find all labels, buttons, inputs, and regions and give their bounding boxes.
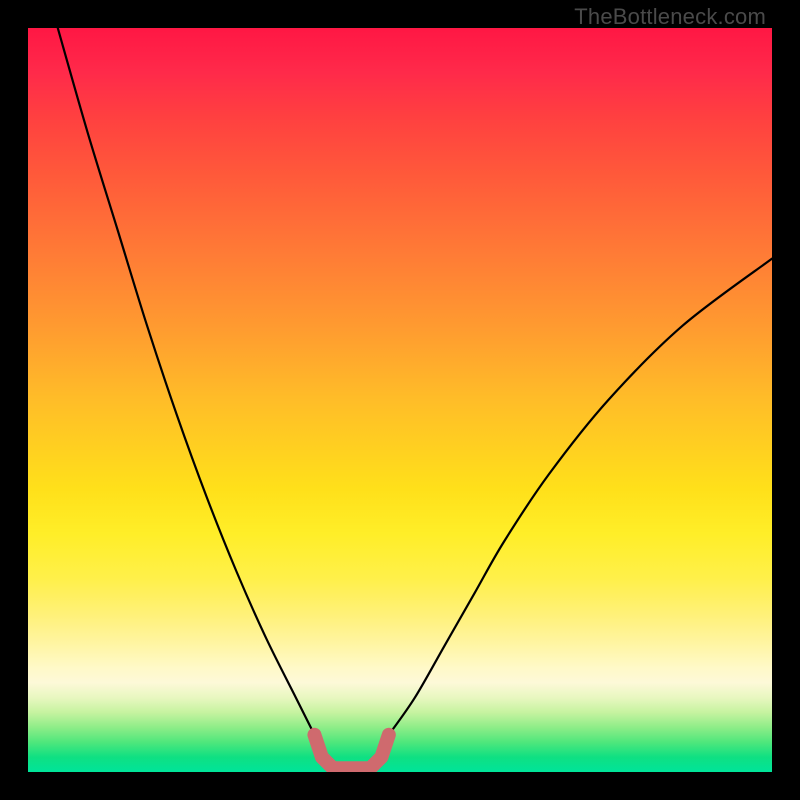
bottom-highlight — [314, 735, 388, 768]
left-curve — [58, 28, 315, 735]
right-curve — [389, 259, 772, 735]
chart-frame: TheBottleneck.com — [0, 0, 800, 800]
chart-curves-layer — [28, 28, 772, 772]
watermark-text: TheBottleneck.com — [574, 4, 766, 30]
chart-plot-area — [28, 28, 772, 772]
